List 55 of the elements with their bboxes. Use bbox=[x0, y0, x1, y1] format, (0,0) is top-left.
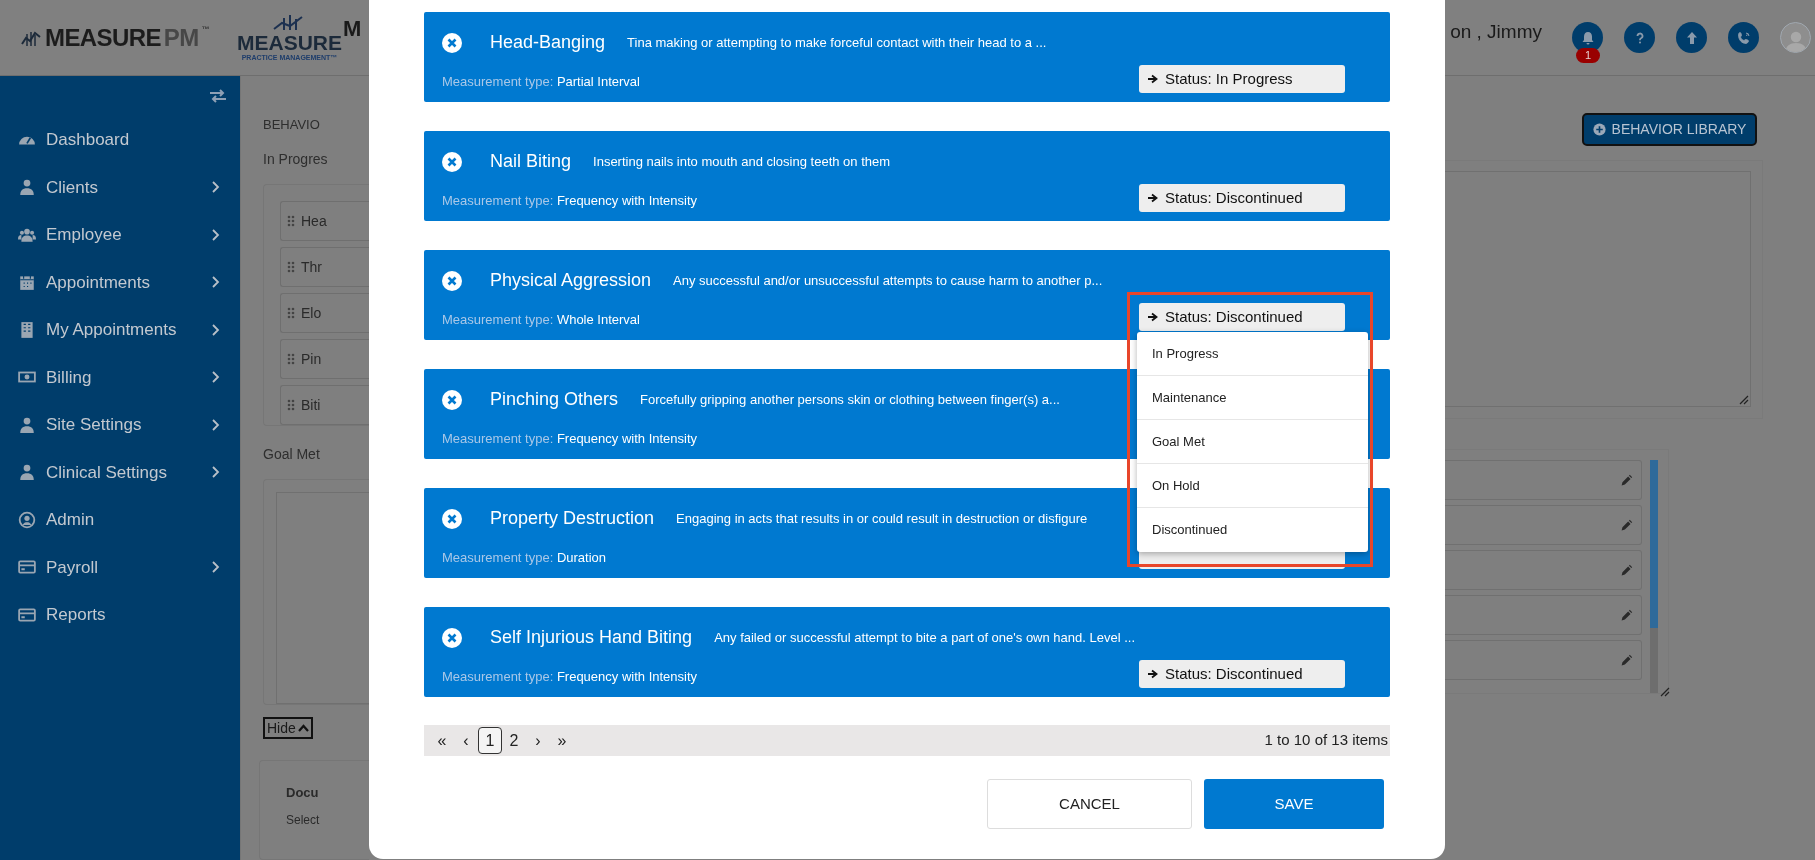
previous-page-link[interactable]: ‹ bbox=[454, 727, 478, 754]
behavior-description: Inserting nails into mouth and closing teeth on them bbox=[593, 152, 891, 171]
sidebar-item[interactable]: Billing bbox=[0, 353, 240, 401]
save-button[interactable]: SAVE bbox=[1204, 779, 1384, 829]
measurement-type: Measurement type: Frequency with Intensity bbox=[442, 191, 698, 210]
menu-option[interactable]: Discontinued bbox=[1137, 508, 1368, 552]
card-title: Docu bbox=[286, 784, 320, 802]
cancel-button[interactable]: CANCEL bbox=[987, 779, 1192, 829]
section-label: BEHAVIO bbox=[263, 116, 321, 133]
behavior-description: Tina making or attempting to make forceful contact with their head to a ... bbox=[627, 33, 1047, 52]
behavior-description: Any successful and/or unsuccessful attempts to cause harm to another p... bbox=[673, 271, 1103, 290]
sidebar-item[interactable]: Appointments bbox=[0, 258, 240, 306]
status-dropdown[interactable]: Status: Discontinued bbox=[1139, 184, 1345, 212]
status-dropdown[interactable]: Status: Discontinued bbox=[1139, 660, 1345, 688]
status-dropdown[interactable]: Status: In Progress bbox=[1139, 65, 1345, 93]
page-link[interactable]: 1 bbox=[478, 727, 502, 754]
behavior-title: Pinching Others bbox=[490, 388, 619, 411]
sidebar-item[interactable]: Employee bbox=[0, 211, 240, 259]
sidebar-item[interactable]: Clinical Settings bbox=[0, 448, 240, 496]
measurement-type: Measurement type: Duration bbox=[442, 548, 607, 567]
section-label: In Progres bbox=[263, 150, 329, 169]
behavior-title: Self Injurious Hand Biting bbox=[490, 626, 693, 649]
behavior-title: Head-Banging bbox=[490, 31, 606, 54]
sidebar-item[interactable]: My Appointments bbox=[0, 306, 240, 354]
sidebar-item[interactable]: Reports bbox=[0, 591, 240, 639]
sidebar-item[interactable]: Site Settings bbox=[0, 401, 240, 449]
behavior-description: Any failed or successful attempt to bite a part of one's own hand. Level ... bbox=[714, 628, 1135, 647]
first-page-link[interactable]: « bbox=[430, 727, 454, 754]
pagination-summary: 1 to 10 of 13 items bbox=[1264, 730, 1388, 751]
behavior-title: Property Destruction bbox=[490, 507, 655, 530]
measurement-type: Measurement type: Frequency with Intensity bbox=[442, 429, 698, 448]
measurement-type: Measurement type: Partial Interval bbox=[442, 72, 640, 91]
sidebar-item[interactable]: Dashboard bbox=[0, 116, 240, 164]
behavior-description: Forcefully gripping another persons skin or clothing between finger(s) a... bbox=[640, 390, 1060, 409]
hide-button[interactable]: Hide bbox=[263, 717, 313, 739]
measurepm-logo[interactable]: MEASUREPM™ bbox=[20, 19, 220, 56]
measurement-type: Measurement type: Whole Interval bbox=[442, 310, 640, 329]
last-page-link[interactable]: » bbox=[550, 727, 574, 754]
behavior-title: Physical Aggression bbox=[490, 269, 652, 292]
page-title: M bbox=[343, 15, 362, 43]
behavior-title: Nail Biting bbox=[490, 150, 572, 173]
page-link[interactable]: 2 bbox=[502, 727, 526, 754]
user-name: on , Jimmy bbox=[1450, 20, 1542, 44]
next-page-link[interactable]: › bbox=[526, 727, 550, 754]
behavior-description: Engaging in acts that results in or could result in destruction or disfigure bbox=[676, 509, 1088, 528]
behavior-library-button[interactable]: BEHAVIOR LIBRARY bbox=[1582, 113, 1757, 146]
status-dropdown[interactable]: Status: Discontinued bbox=[1139, 303, 1345, 331]
sidebar-item[interactable]: Admin bbox=[0, 496, 240, 544]
section-label: Goal Met bbox=[263, 445, 321, 464]
notification-badge: 1 bbox=[1576, 48, 1600, 63]
measurement-type: Measurement type: Frequency with Intensity bbox=[442, 667, 698, 686]
sidebar-item[interactable]: Payroll bbox=[0, 543, 240, 591]
sidebar-item[interactable]: Clients bbox=[0, 163, 240, 211]
card-hint: Select bbox=[286, 811, 321, 829]
menu-option[interactable]: In Progress bbox=[1137, 332, 1368, 376]
